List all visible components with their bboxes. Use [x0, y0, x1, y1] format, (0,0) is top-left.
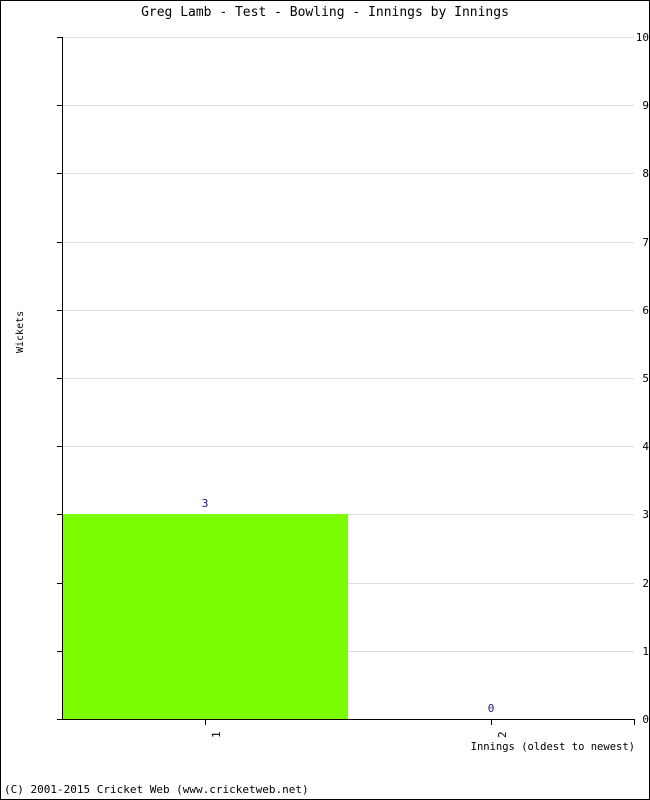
bar-value-label: 0 — [487, 702, 495, 715]
x-axis-end-tick — [634, 720, 635, 725]
y-axis-tick — [57, 582, 63, 584]
y-axis-title: Wickets — [15, 310, 26, 353]
y-axis-tick-label: 10 — [635, 31, 649, 44]
y-axis-tick-label: 8 — [642, 167, 649, 181]
x-axis-line — [62, 719, 635, 720]
y-axis-tick-label: 1 — [642, 644, 649, 658]
x-axis-tick-label: 1 — [210, 731, 223, 738]
bar-value-label: 3 — [201, 497, 209, 511]
y-axis-tick-label: 4 — [642, 440, 649, 454]
gridline — [62, 173, 634, 175]
y-axis-tick — [57, 514, 63, 516]
y-axis-tick — [57, 446, 63, 448]
x-axis-tick — [491, 720, 492, 725]
y-axis-tick — [57, 378, 63, 379]
gridline — [62, 378, 634, 379]
y-axis-tick — [57, 173, 63, 175]
y-axis-tick — [57, 719, 63, 720]
x-axis-title: Innings (oldest to newest) — [470, 741, 635, 753]
y-axis-tick-label: 3 — [642, 508, 649, 522]
gridline — [62, 105, 634, 107]
footer-divider — [1, 771, 649, 772]
chart-title: Greg Lamb - Test - Bowling - Innings by … — [141, 5, 509, 20]
bar[interactable] — [62, 514, 348, 719]
gridline — [62, 446, 634, 448]
x-axis-tick-label: 2 — [496, 731, 509, 738]
y-axis-tick-label: 5 — [642, 372, 649, 385]
y-axis-tick-label: 6 — [642, 303, 649, 317]
gridline — [62, 309, 634, 311]
gridline — [62, 241, 634, 243]
chart-page: Greg Lamb - Test - Bowling - Innings by … — [0, 0, 650, 800]
y-axis-tick — [57, 650, 63, 652]
y-axis-tick-label: 2 — [642, 576, 649, 590]
y-axis-tick — [57, 37, 63, 38]
y-axis-tick — [57, 241, 63, 243]
y-axis-tick — [57, 105, 63, 107]
y-axis-tick — [57, 309, 63, 311]
gridline — [62, 37, 634, 38]
copyright-notice: (C) 2001-2015 Cricket Web (www.cricketwe… — [4, 783, 309, 796]
plot-area — [62, 37, 634, 720]
y-axis-tick-label: 9 — [642, 99, 649, 113]
y-axis-tick-label: 7 — [642, 235, 649, 249]
y-axis-tick-label: 0 — [642, 713, 649, 726]
x-axis-tick — [205, 720, 206, 725]
